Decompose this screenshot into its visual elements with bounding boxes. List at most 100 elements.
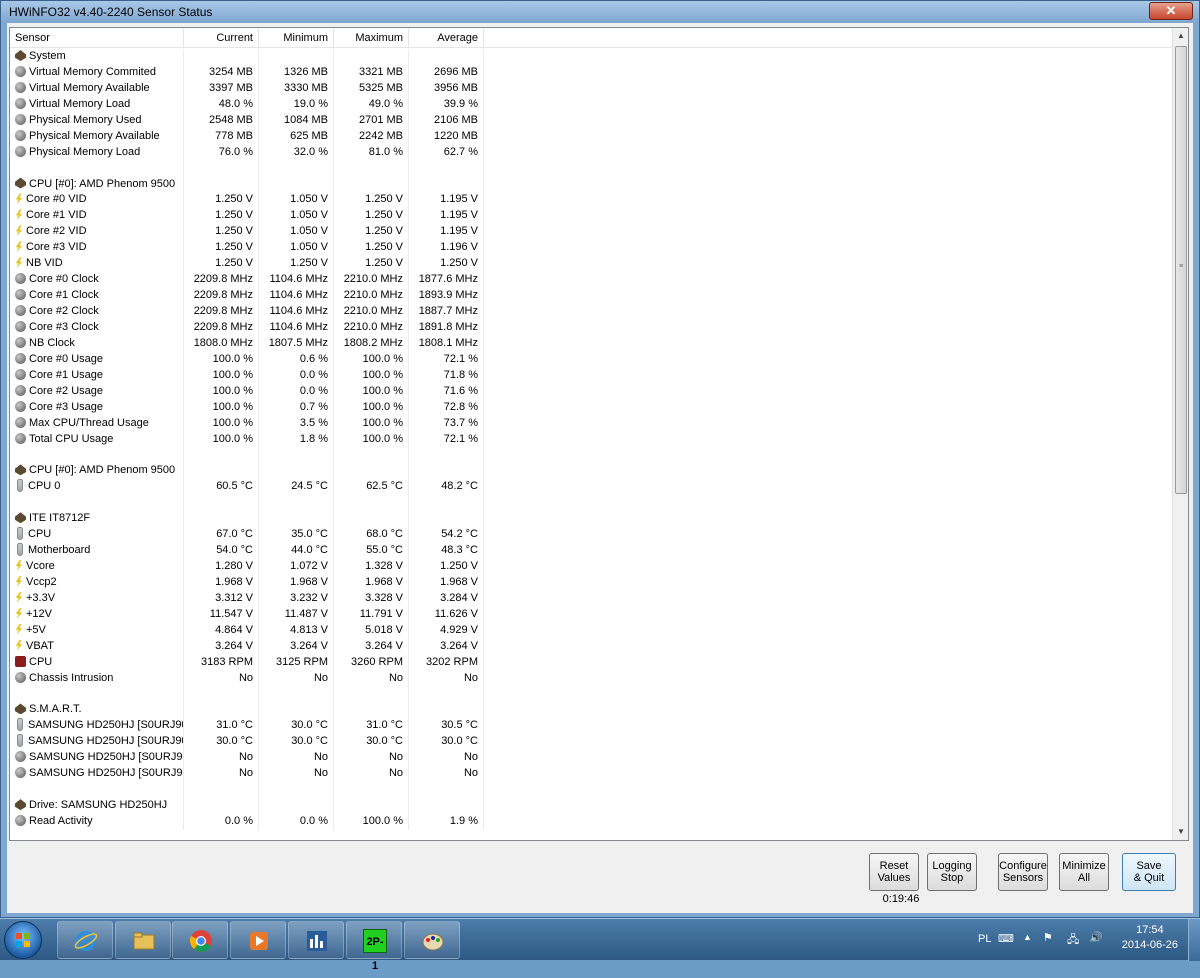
group-row[interactable]: CPU [#0]: AMD Phenom 9500 <box>10 463 1172 480</box>
sensor-min: 35.0 °C <box>259 527 334 544</box>
table-row[interactable]: Core #0 VID 1.250 V 1.050 V 1.250 V 1.195 V <box>10 192 1172 209</box>
sensor-name: Chassis Intrusion <box>10 670 184 687</box>
table-row[interactable]: SAMSUNG HD250HJ [S0URJ90... No No No No <box>10 750 1172 767</box>
calc-icon: 2P-1 <box>363 929 387 972</box>
minimize-all-button[interactable]: Minimize All <box>1059 853 1109 891</box>
group-row[interactable]: CPU [#0]: AMD Phenom 9500 <box>10 176 1172 193</box>
column-header-minimum[interactable]: Minimum <box>259 28 334 48</box>
table-row[interactable]: VBAT 3.264 V 3.264 V 3.264 V 3.264 V <box>10 638 1172 655</box>
sensor-max: 100.0 % <box>334 367 409 384</box>
taskbar-chrome[interactable] <box>172 921 228 959</box>
table-row[interactable]: CPU 67.0 °C 35.0 °C 68.0 °C 54.2 °C <box>10 527 1172 544</box>
close-button[interactable]: ✕ <box>1149 2 1193 20</box>
taskbar-calculator[interactable]: 2P-1 <box>346 921 402 972</box>
table-row[interactable]: +12V 11.547 V 11.487 V 11.791 V 11.626 V <box>10 606 1172 623</box>
column-header-current[interactable]: Current <box>184 28 259 48</box>
table-row[interactable]: Vccp2 1.968 V 1.968 V 1.968 V 1.968 V <box>10 574 1172 591</box>
table-row[interactable]: Physical Memory Used 2548 MB 1084 MB 2701 M… <box>10 112 1172 129</box>
sensor-cur: 3.264 V <box>184 638 259 655</box>
title-bar[interactable]: HWiNFO32 v4.40-2240 Sensor Status ✕ <box>1 1 1199 23</box>
table-row[interactable]: SAMSUNG HD250HJ [S0URJ90... 30.0 °C 30.0 °… <box>10 734 1172 751</box>
taskbar-explorer[interactable] <box>115 921 171 959</box>
table-row[interactable]: Core #3 VID 1.250 V 1.050 V 1.250 V 1.196 V <box>10 240 1172 257</box>
save-quit-button[interactable]: Save & Quit <box>1122 853 1176 891</box>
reset-values-button[interactable]: Reset Values <box>869 853 919 891</box>
table-row[interactable]: CPU 3183 RPM 3125 RPM 3260 RPM 3202 RPM <box>10 654 1172 671</box>
table-row[interactable]: +3.3V 3.312 V 3.232 V 3.328 V 3.284 V <box>10 590 1172 607</box>
group-row[interactable]: Drive: SAMSUNG HD250HJ <box>10 798 1172 814</box>
taskbar-media-player[interactable] <box>230 921 286 959</box>
table-row[interactable]: Virtual Memory Load 48.0 % 19.0 % 49.0 % 39.… <box>10 96 1172 113</box>
action-center-icon[interactable]: ⚑ <box>1043 931 1053 944</box>
language-indicator[interactable]: PL <box>978 933 991 945</box>
taskbar-ie[interactable] <box>57 921 113 959</box>
network-icon[interactable]: 🖧 <box>1067 931 1079 950</box>
scroll-down-arrow-icon[interactable]: ▼ <box>1173 824 1188 840</box>
table-row[interactable]: Core #1 Clock 2209.8 MHz 1104.6 MHz 2210.0 … <box>10 288 1172 304</box>
table-row[interactable]: Physical Memory Load 76.0 % 32.0 % 81.0 % 62… <box>10 144 1172 161</box>
table-row[interactable]: NB Clock 1808.0 MHz 1807.5 MHz 1808.2 MHz 18… <box>10 335 1172 352</box>
keyboard-icon[interactable]: ⌨ <box>998 932 1014 945</box>
show-hidden-icons-icon[interactable]: ▲ <box>1023 932 1032 942</box>
table-row[interactable]: Core #1 Usage 100.0 % 0.0 % 100.0 % 71.8 % <box>10 367 1172 384</box>
column-header-average[interactable]: Average <box>409 28 484 48</box>
table-row[interactable]: NB VID 1.250 V 1.250 V 1.250 V 1.250 V <box>10 256 1172 273</box>
table-row[interactable]: SAMSUNG HD250HJ [S0URJ90... 31.0 °C 30.0 °… <box>10 718 1172 735</box>
configure-sensors-button[interactable]: Configure Sensors <box>998 853 1048 891</box>
table-row[interactable]: Core #0 Usage 100.0 % 0.6 % 100.0 % 72.1 % <box>10 351 1172 368</box>
table-row[interactable]: CPU 0 60.5 °C 24.5 °C 62.5 °C 48.2 °C <box>10 479 1172 496</box>
volume-icon[interactable]: 🔊 <box>1089 931 1103 944</box>
sensor-name: Total CPU Usage <box>10 431 184 448</box>
sensor-label: NB Clock <box>29 336 75 349</box>
table-row[interactable]: Max CPU/Thread Usage 100.0 % 3.5 % 100.0 % 7… <box>10 415 1172 432</box>
table-row[interactable]: Core #1 VID 1.250 V 1.050 V 1.250 V 1.195 V <box>10 208 1172 225</box>
table-row[interactable]: +5V 4.864 V 4.813 V 5.018 V 4.929 V <box>10 622 1172 639</box>
table-row[interactable]: Core #2 VID 1.250 V 1.050 V 1.250 V 1.195 V <box>10 224 1172 241</box>
table-row[interactable]: Chassis Intrusion No No No No <box>10 670 1172 687</box>
table-row[interactable]: Core #2 Clock 2209.8 MHz 1104.6 MHz 2210.0 … <box>10 304 1172 320</box>
sensor-name: Core #1 VID <box>10 208 184 225</box>
logging-stop-button[interactable]: Logging Stop <box>927 853 977 891</box>
table-row[interactable]: SAMSUNG HD250HJ [S0URJ90... No No No No <box>10 766 1172 783</box>
vertical-scrollbar[interactable]: ▲ ≡ ▼ <box>1172 28 1188 840</box>
group-row[interactable]: System <box>10 49 1172 65</box>
table-row[interactable]: Core #2 Usage 100.0 % 0.0 % 100.0 % 71.6 % <box>10 383 1172 400</box>
sensor-cur: 30.0 °C <box>184 734 259 751</box>
table-row[interactable]: Core #0 Clock 2209.8 MHz 1104.6 MHz 2210.0 … <box>10 272 1172 289</box>
table-row[interactable]: Total CPU Usage 100.0 % 1.8 % 100.0 % 72.1 % <box>10 431 1172 448</box>
sensor-cur: 48.0 % <box>184 96 259 113</box>
table-row[interactable]: Virtual Memory Commited 3254 MB 1326 MB 332… <box>10 64 1172 81</box>
start-button[interactable] <box>4 921 42 959</box>
gauge-icon <box>15 289 26 301</box>
thermometer-icon <box>17 479 23 493</box>
table-row[interactable]: Motherboard 54.0 °C 44.0 °C 55.0 °C 48.3 °C <box>10 543 1172 559</box>
sensor-avg: 1893.9 MHz <box>409 288 484 304</box>
table-row[interactable]: Core #3 Usage 100.0 % 0.7 % 100.0 % 72.8 % <box>10 399 1172 416</box>
sensor-cur: 11.547 V <box>184 606 259 623</box>
scroll-up-arrow-icon[interactable]: ▲ <box>1173 28 1188 44</box>
sensor-min: 0.6 % <box>259 351 334 368</box>
sensor-max: 68.0 °C <box>334 527 409 544</box>
table-row[interactable]: Core #3 Clock 2209.8 MHz 1104.6 MHz 2210.0 … <box>10 319 1172 336</box>
taskbar-hwinfo[interactable] <box>288 921 344 959</box>
show-desktop-button[interactable] <box>1188 919 1200 961</box>
taskbar-paint[interactable] <box>404 921 460 959</box>
gauge-icon <box>15 671 26 683</box>
sensor-min: 32.0 % <box>259 144 334 161</box>
sensor-max: 2210.0 MHz <box>334 319 409 336</box>
system-clock[interactable]: 17:54 2014-06-26 <box>1122 923 1178 953</box>
column-header-maximum[interactable]: Maximum <box>334 28 409 48</box>
group-row[interactable]: ITE IT8712F <box>10 511 1172 528</box>
sensor-label: Read Activity <box>29 815 93 827</box>
table-row[interactable]: Vcore 1.280 V 1.072 V 1.328 V 1.250 V <box>10 559 1172 575</box>
sensor-avg <box>409 447 484 464</box>
scrollbar-thumb[interactable]: ≡ <box>1175 46 1187 494</box>
table-row[interactable]: Virtual Memory Available 3397 MB 3330 MB 53… <box>10 80 1172 97</box>
table-row[interactable]: Read Activity 0.0 % 0.0 % 100.0 % 1.9 % <box>10 814 1172 830</box>
sensor-avg: 1.9 % <box>409 814 484 830</box>
column-header-sensor[interactable]: Sensor <box>10 28 184 48</box>
sensor-label: Core #2 VID <box>26 225 87 238</box>
table-row[interactable]: Physical Memory Available 778 MB 625 MB 224… <box>10 128 1172 145</box>
group-row[interactable]: S.M.A.R.T. <box>10 702 1172 719</box>
sensor-cur <box>184 463 259 480</box>
